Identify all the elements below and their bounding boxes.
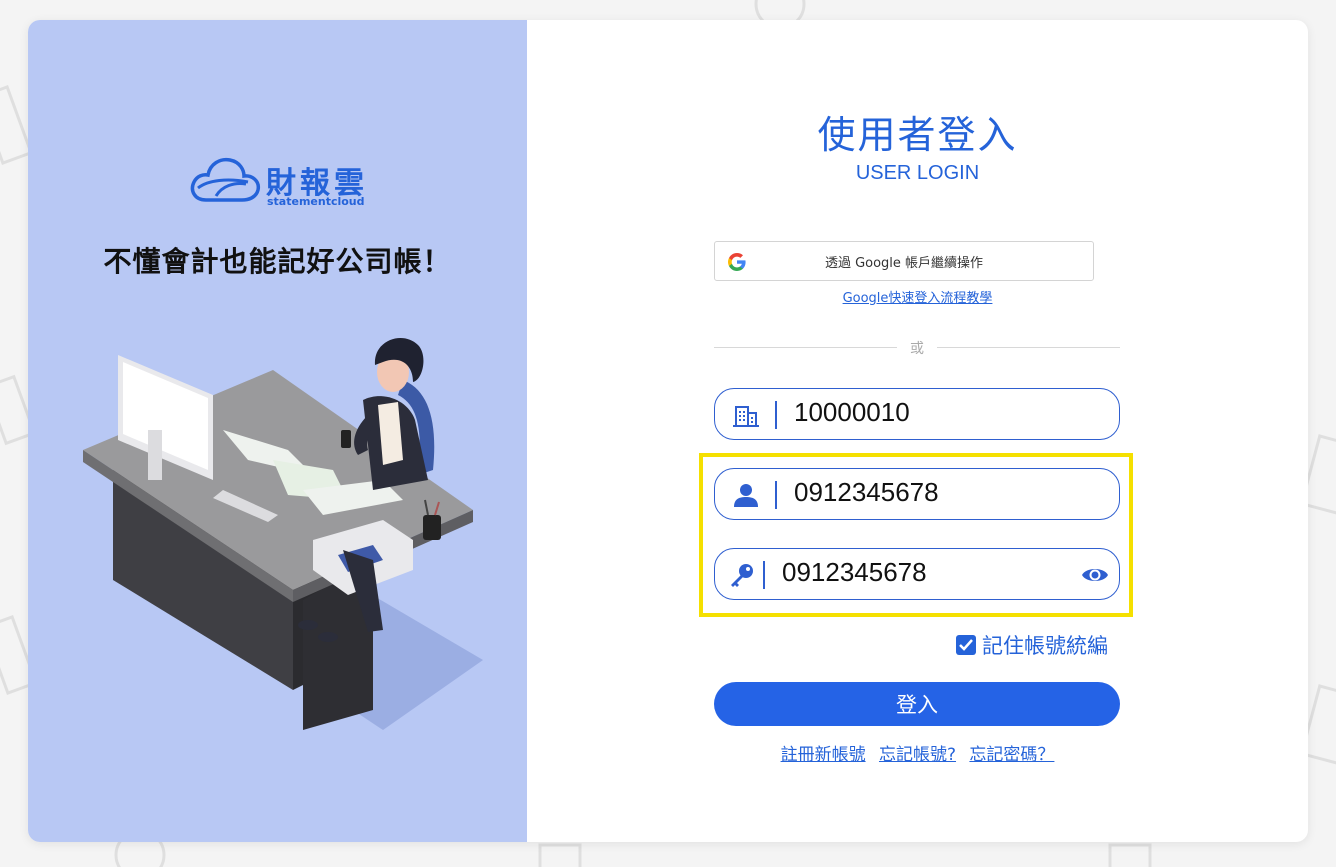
remember-label: 記住帳號統編 <box>982 634 1108 658</box>
company-id-field[interactable]: 10000010 <box>714 388 1120 440</box>
cloud-logo-icon <box>190 157 261 202</box>
field-separator <box>775 481 777 509</box>
google-icon <box>728 253 746 271</box>
divider-line-right <box>937 347 1120 348</box>
google-login-label: 透過 Google 帳戶繼續操作 <box>824 255 984 271</box>
office-worker-illustration <box>83 337 483 730</box>
login-panel: 使用者登入 USER LOGIN 透過 Google 帳戶繼續操作 Google… <box>527 20 1308 842</box>
brand-subname: statementcloud <box>267 195 365 208</box>
page-title: 使用者登入 <box>817 113 1018 157</box>
eye-icon[interactable] <box>1081 563 1109 587</box>
account-field[interactable]: 0912345678 <box>714 468 1120 520</box>
register-link[interactable]: 註冊新帳號 <box>781 745 866 765</box>
company-id-input[interactable]: 10000010 <box>794 397 1074 431</box>
google-help-link[interactable]: Google快速登入流程教學 <box>527 287 1308 306</box>
google-login-button[interactable]: 透過 Google 帳戶繼續操作 <box>714 241 1094 281</box>
account-input[interactable]: 0912345678 <box>794 477 1074 511</box>
remember-checkbox[interactable]: 記住帳號統編 <box>956 631 1108 659</box>
or-label: 或 <box>910 341 924 357</box>
checkbox-check-icon[interactable] <box>956 635 976 655</box>
forgot-password-link[interactable]: 忘記密碼？ <box>969 745 1054 765</box>
brand-slogan: 不懂會計也能記好公司帳！ <box>103 245 452 278</box>
or-divider: 或 <box>714 337 1120 357</box>
user-icon <box>734 484 758 507</box>
brand-panel: 財報雲 statementcloud 不懂會計也能記好公司帳！ <box>28 20 527 842</box>
brand-logo: 財報雲 statementcloud <box>188 152 368 212</box>
login-button[interactable]: 登入 <box>714 682 1120 726</box>
field-separator <box>775 401 777 429</box>
login-card: 財報雲 statementcloud 不懂會計也能記好公司帳！ 使用者登入 US… <box>28 20 1308 842</box>
account-links: 註冊新帳號 忘記帳號? 忘記密碼？ <box>527 740 1308 765</box>
password-input[interactable]: 0912345678 <box>782 557 1062 591</box>
page-subtitle: USER LOGIN <box>855 162 980 184</box>
forgot-account-link[interactable]: 忘記帳號? <box>879 745 956 765</box>
password-field[interactable]: 0912345678 <box>714 548 1120 600</box>
key-icon <box>731 564 753 587</box>
building-icon <box>733 406 759 427</box>
field-separator <box>763 561 765 589</box>
